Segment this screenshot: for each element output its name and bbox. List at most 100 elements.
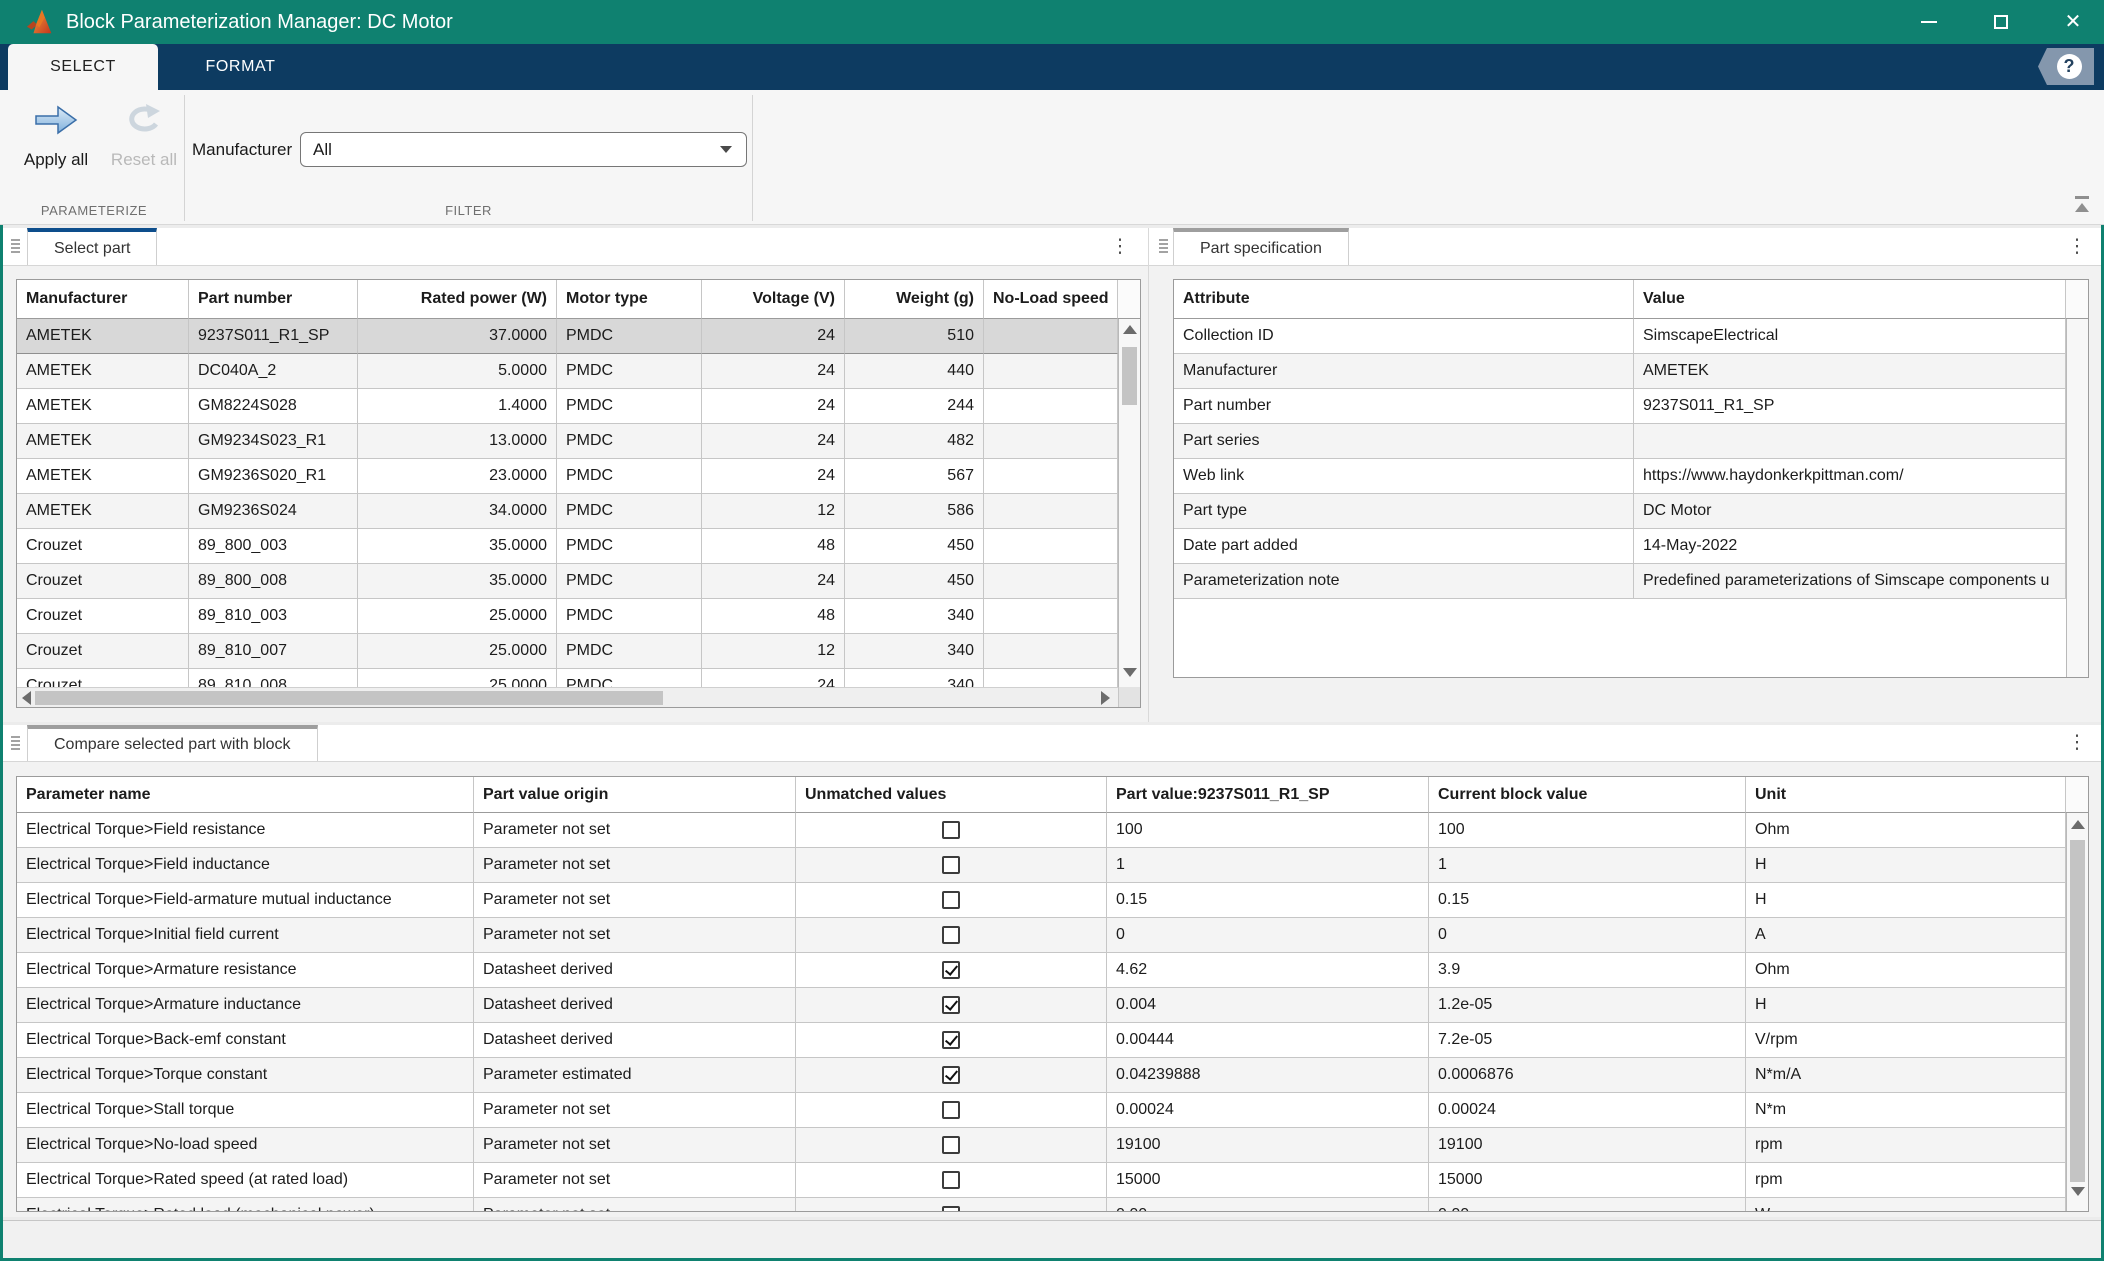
table-cell: Electrical Torque>Field resistance <box>17 813 474 848</box>
table-cell: Electrical Torque>Torque constant <box>17 1058 474 1093</box>
ribbon-tab-format[interactable]: FORMAT <box>158 44 323 90</box>
table-cell: 48 <box>702 599 845 634</box>
table-row[interactable]: AMETEK9237S011_R1_SP37.0000PMDC24510 <box>17 319 1118 354</box>
table-cell <box>984 599 1118 634</box>
table-cell: PMDC <box>557 459 702 494</box>
table-cell: 14-May-2022 <box>1634 529 2066 564</box>
scroll-right-icon[interactable] <box>1101 691 1110 705</box>
unmatched-checkbox[interactable] <box>942 1171 960 1189</box>
table-cell: 35.0000 <box>358 564 557 599</box>
table-cell: 0 <box>1107 918 1429 953</box>
table-cell: 12 <box>702 494 845 529</box>
scroll-up-icon[interactable] <box>1123 325 1137 334</box>
table-cell: Part number <box>1174 389 1634 424</box>
table-cell: 24 <box>702 389 845 424</box>
column-header: Part value:9237S011_R1_SP <box>1107 777 1429 813</box>
close-button[interactable]: ✕ <box>2050 2 2096 42</box>
table-cell: 15000 <box>1107 1163 1429 1198</box>
table-cell: AMETEK <box>1634 354 2066 389</box>
table-cell: 0.15 <box>1107 883 1429 918</box>
table-cell: Parameter not set <box>474 1128 796 1163</box>
table-cell: 340 <box>845 599 984 634</box>
tab-part-specification[interactable]: Part specification <box>1173 228 1349 265</box>
scroll-left-icon[interactable] <box>22 691 31 705</box>
column-header: Motor type <box>557 280 702 319</box>
unmatched-checkbox[interactable] <box>942 1206 960 1211</box>
scroll-down-icon[interactable] <box>2071 1187 2085 1196</box>
table-cell: Electrical Torque>Field-armature mutual … <box>17 883 474 918</box>
unmatched-checkbox[interactable] <box>942 1031 960 1049</box>
vertical-scrollbar-thumb[interactable] <box>1122 347 1137 405</box>
manufacturer-dropdown[interactable]: All <box>300 132 747 167</box>
table-row[interactable]: AMETEKGM8224S0281.4000PMDC24244 <box>17 389 1118 424</box>
table-cell: AMETEK <box>17 494 189 529</box>
help-button[interactable]: ? <box>2038 48 2094 85</box>
tab-compare[interactable]: Compare selected part with block <box>27 725 318 761</box>
table-row[interactable]: AMETEKGM9236S020_R123.0000PMDC24567 <box>17 459 1118 494</box>
table-cell: 3.9 <box>1429 953 1746 988</box>
unmatched-checkbox[interactable] <box>942 1101 960 1119</box>
unmatched-checkbox[interactable] <box>942 821 960 839</box>
table-cell: DC Motor <box>1634 494 2066 529</box>
vertical-scrollbar[interactable] <box>2066 813 2088 1211</box>
select-part-grip-handle[interactable] <box>11 239 21 255</box>
table-cell <box>984 494 1118 529</box>
app-window: Block Parameterization Manager: DC Motor… <box>0 0 2104 1261</box>
unmatched-checkbox[interactable] <box>942 856 960 874</box>
table-row: Electrical Torque>Field inductanceParame… <box>17 848 2066 883</box>
unmatched-checkbox[interactable] <box>942 1066 960 1084</box>
checkbox-cell <box>796 883 1107 918</box>
compare-menu-button[interactable]: ⋮ <box>2067 731 2087 755</box>
table-row[interactable]: Crouzet89_810_00825.0000PMDC24340 <box>17 669 1118 688</box>
table-row: Collection IDSimscapeElectrical <box>1174 319 2066 354</box>
unmatched-checkbox[interactable] <box>942 961 960 979</box>
apply-all-button[interactable]: Apply all <box>12 100 100 192</box>
vertical-scrollbar-thumb[interactable] <box>2070 840 2085 1182</box>
maximize-button[interactable] <box>1978 2 2024 42</box>
unmatched-checkbox[interactable] <box>942 1136 960 1154</box>
table-row[interactable]: Crouzet89_810_00325.0000PMDC48340 <box>17 599 1118 634</box>
table-cell: H <box>1746 848 2066 883</box>
horizontal-scrollbar[interactable] <box>17 687 1118 707</box>
vertical-scrollbar[interactable] <box>1118 319 1140 688</box>
column-header: No-Load speed <box>984 280 1118 319</box>
scroll-up-icon[interactable] <box>2071 820 2085 829</box>
horizontal-scrollbar-thumb[interactable] <box>35 691 663 705</box>
table-row[interactable]: Crouzet89_810_00725.0000PMDC12340 <box>17 634 1118 669</box>
select-part-panel-header: Select part ⋮ <box>3 228 1148 266</box>
minimize-button[interactable] <box>1906 2 1952 42</box>
reset-all-icon <box>119 100 169 140</box>
scroll-down-icon[interactable] <box>1123 668 1137 677</box>
unmatched-checkbox[interactable] <box>942 891 960 909</box>
table-cell: Parameterization note <box>1174 564 1634 599</box>
table-row[interactable]: Crouzet89_800_00835.0000PMDC24450 <box>17 564 1118 599</box>
table-row: Electrical Torque>Rated load (mechanical… <box>17 1198 2066 1211</box>
table-row: Date part added14-May-2022 <box>1174 529 2066 564</box>
collapse-ribbon-button[interactable] <box>2072 196 2092 216</box>
title-bar: Block Parameterization Manager: DC Motor… <box>0 0 2104 44</box>
table-cell: rpm <box>1746 1163 2066 1198</box>
checkbox-cell <box>796 1093 1107 1128</box>
part-spec-grip-handle[interactable] <box>1159 239 1169 255</box>
table-cell: Parameter not set <box>474 1163 796 1198</box>
table-cell: Parameter not set <box>474 918 796 953</box>
table-row[interactable]: AMETEKGM9236S02434.0000PMDC12586 <box>17 494 1118 529</box>
table-cell <box>984 529 1118 564</box>
table-cell: Manufacturer <box>1174 354 1634 389</box>
table-cell: 0.15 <box>1429 883 1746 918</box>
tab-select-part[interactable]: Select part <box>27 228 157 265</box>
select-part-menu-button[interactable]: ⋮ <box>1110 235 1130 259</box>
table-row[interactable]: AMETEKGM9234S023_R113.0000PMDC24482 <box>17 424 1118 459</box>
table-row[interactable]: Crouzet89_800_00335.0000PMDC48450 <box>17 529 1118 564</box>
part-spec-menu-button[interactable]: ⋮ <box>2067 235 2087 259</box>
compare-grip-handle[interactable] <box>11 736 21 752</box>
table-row[interactable]: AMETEKDC040A_25.0000PMDC24440 <box>17 354 1118 389</box>
ribbon-tab-select[interactable]: SELECT <box>8 44 158 90</box>
table-cell <box>984 669 1118 688</box>
table-row: Electrical Torque>Back-emf constantDatas… <box>17 1023 2066 1058</box>
table-cell: 48 <box>702 529 845 564</box>
unmatched-checkbox[interactable] <box>942 926 960 944</box>
unmatched-checkbox[interactable] <box>942 996 960 1014</box>
table-cell: Part type <box>1174 494 1634 529</box>
table-cell: PMDC <box>557 564 702 599</box>
